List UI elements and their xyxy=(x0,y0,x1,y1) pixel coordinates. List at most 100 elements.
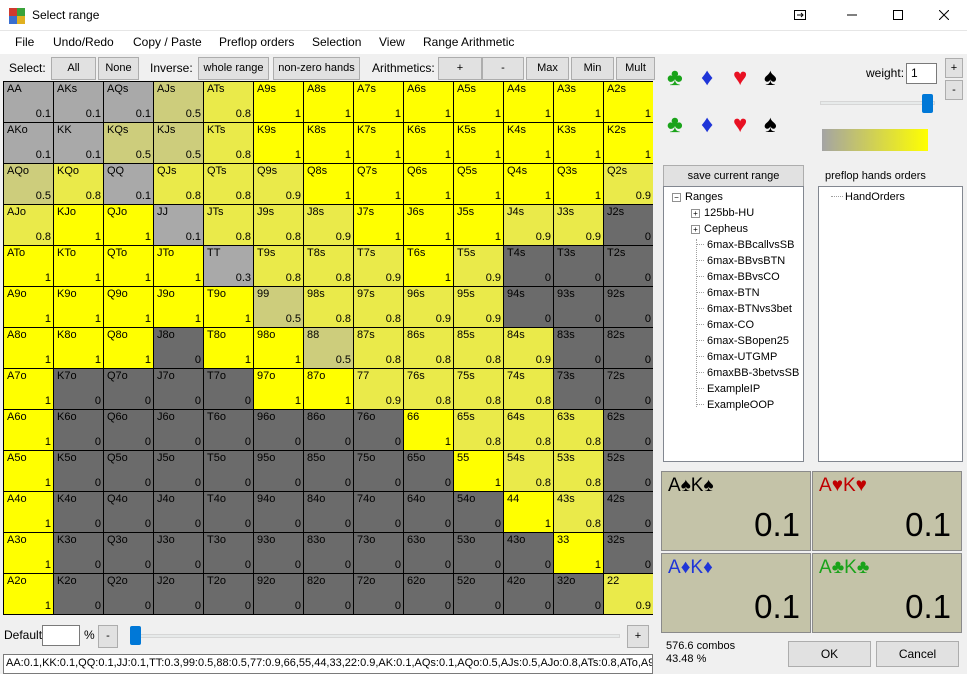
ok-button[interactable]: OK xyxy=(788,641,871,667)
hand-cell[interactable]: 98o 1 xyxy=(254,328,303,368)
tree-node-range[interactable]: 6max-CO xyxy=(696,319,754,331)
default-plus-button[interactable]: + xyxy=(627,625,649,648)
hand-cell[interactable]: J5s 1 xyxy=(454,205,503,245)
hand-cell[interactable]: A8s 1 xyxy=(304,82,353,122)
tree-node-folder[interactable]: + Cepheus xyxy=(691,223,748,235)
hand-cell[interactable]: Q4o 0 xyxy=(104,492,153,532)
hand-cell[interactable]: K2o 0 xyxy=(54,574,103,614)
hand-cell[interactable]: TT 0.3 xyxy=(204,246,253,286)
hand-cell[interactable]: 54s 0.8 xyxy=(504,451,553,491)
hand-cell[interactable]: AA 0.1 xyxy=(4,82,53,122)
menu-copy-paste[interactable]: Copy / Paste xyxy=(133,35,202,49)
hand-cell[interactable]: AKo 0.1 xyxy=(4,123,53,163)
hand-cell[interactable]: A3o 1 xyxy=(4,533,53,573)
hand-cell[interactable]: 87s 0.8 xyxy=(354,328,403,368)
arith-minus-button[interactable]: - xyxy=(482,57,524,80)
hand-cell[interactable]: J5o 0 xyxy=(154,451,203,491)
hand-cell[interactable]: K8s 1 xyxy=(304,123,353,163)
hand-cell[interactable]: T9o 1 xyxy=(204,287,253,327)
weight-plus-button[interactable]: + xyxy=(945,58,963,78)
hand-cell[interactable]: Q6s 1 xyxy=(404,164,453,204)
hand-cell[interactable]: 65o 0 xyxy=(404,451,453,491)
hand-cell[interactable]: A5s 1 xyxy=(454,82,503,122)
hand-cell[interactable]: QTo 1 xyxy=(104,246,153,286)
hand-cell[interactable]: 43o 0 xyxy=(504,533,553,573)
hand-cell[interactable]: 96o 0 xyxy=(254,410,303,450)
hand-cell[interactable]: 52s 0 xyxy=(604,451,653,491)
hand-cell[interactable]: 83s 0 xyxy=(554,328,603,368)
hand-cell[interactable]: 85o 0 xyxy=(304,451,353,491)
hand-cell[interactable]: A6s 1 xyxy=(404,82,453,122)
hand-cell[interactable]: T6o 0 xyxy=(204,410,253,450)
hand-cell[interactable]: KK 0.1 xyxy=(54,123,103,163)
weight-minus-button[interactable]: - xyxy=(945,80,963,100)
hand-cell[interactable]: 53o 0 xyxy=(454,533,503,573)
hand-cell[interactable]: Q5o 0 xyxy=(104,451,153,491)
hand-cell[interactable]: 83o 0 xyxy=(304,533,353,573)
hand-cell[interactable]: A2s 1 xyxy=(604,82,653,122)
hand-cell[interactable]: T4s 0 xyxy=(504,246,553,286)
hand-cell[interactable]: K3s 1 xyxy=(554,123,603,163)
heart-icon[interactable]: ♥ xyxy=(733,66,747,90)
diamond-icon[interactable]: ♦ xyxy=(701,66,713,90)
tree-node-range[interactable]: 6maxBB-3betvsSB xyxy=(696,367,799,379)
hand-cell[interactable]: K3o 0 xyxy=(54,533,103,573)
minimize-button[interactable] xyxy=(829,0,875,31)
club-icon[interactable]: ♣ xyxy=(667,113,683,137)
hand-cell[interactable]: J2o 0 xyxy=(154,574,203,614)
inverse-whole-range-button[interactable]: whole range xyxy=(198,57,269,80)
hand-cell[interactable]: J9s 0.8 xyxy=(254,205,303,245)
hand-cell[interactable]: T8s 0.8 xyxy=(304,246,353,286)
hand-cell[interactable]: 93s 0 xyxy=(554,287,603,327)
hand-cell[interactable]: K5s 1 xyxy=(454,123,503,163)
hand-cell[interactable]: A6o 1 xyxy=(4,410,53,450)
hand-cell[interactable]: A9o 1 xyxy=(4,287,53,327)
hand-cell[interactable]: 42s 0 xyxy=(604,492,653,532)
combo-box-clubs[interactable]: A♣K♣ 0.1 xyxy=(812,553,962,633)
hand-cell[interactable]: 86o 0 xyxy=(304,410,353,450)
hand-cell[interactable]: AJo 0.8 xyxy=(4,205,53,245)
hand-cell[interactable]: Q8s 1 xyxy=(304,164,353,204)
tree-node-range[interactable]: 6max-BTNvs3bet xyxy=(696,303,792,315)
combo-box-diamonds[interactable]: A♦K♦ 0.1 xyxy=(661,553,811,633)
default-slider-track[interactable] xyxy=(130,634,620,638)
hand-cell[interactable]: 63s 0.8 xyxy=(554,410,603,450)
hand-cell[interactable]: 66 1 xyxy=(404,410,453,450)
hand-cell[interactable]: 85s 0.8 xyxy=(454,328,503,368)
hand-cell[interactable]: A7o 1 xyxy=(4,369,53,409)
hand-cell[interactable]: 62s 0 xyxy=(604,410,653,450)
hand-cell[interactable]: QJs 0.8 xyxy=(154,164,203,204)
weight-slider-track[interactable] xyxy=(820,101,935,105)
hand-cell[interactable]: 95s 0.9 xyxy=(454,287,503,327)
range-string-field[interactable]: AA:0.1,KK:0.1,QQ:0.1,JJ:0.1,TT:0.3,99:0.… xyxy=(3,654,653,674)
hand-cell[interactable]: 62o 0 xyxy=(404,574,453,614)
hand-cell[interactable]: J4s 0.9 xyxy=(504,205,553,245)
hand-cell[interactable]: Q8o 1 xyxy=(104,328,153,368)
hand-cell[interactable]: 74o 0 xyxy=(354,492,403,532)
hand-cell[interactable]: 76s 0.8 xyxy=(404,369,453,409)
select-none-button[interactable]: None xyxy=(98,57,139,80)
hand-cell[interactable]: A3s 1 xyxy=(554,82,603,122)
hand-cell[interactable]: 92o 0 xyxy=(254,574,303,614)
arith-max-button[interactable]: Max xyxy=(526,57,569,80)
expand-icon[interactable]: + xyxy=(691,209,700,218)
hand-cell[interactable]: KJs 0.5 xyxy=(154,123,203,163)
hand-cell[interactable]: J3o 0 xyxy=(154,533,203,573)
hand-cell[interactable]: Q5s 1 xyxy=(454,164,503,204)
hand-cell[interactable]: 86s 0.8 xyxy=(404,328,453,368)
tree-node-folder[interactable]: +125bb-HU xyxy=(691,207,754,219)
hand-cell[interactable]: 94s 0 xyxy=(504,287,553,327)
hand-cell[interactable]: 44 1 xyxy=(504,492,553,532)
hand-cell[interactable]: 72s 0 xyxy=(604,369,653,409)
maximize-button[interactable] xyxy=(875,0,921,31)
hand-cell[interactable]: K4s 1 xyxy=(504,123,553,163)
hand-cell[interactable]: A7s 1 xyxy=(354,82,403,122)
hand-cell[interactable]: AKs 0.1 xyxy=(54,82,103,122)
snap-icon[interactable] xyxy=(777,0,823,31)
hand-cell[interactable]: K9o 1 xyxy=(54,287,103,327)
hand-cell[interactable]: T5s 0.9 xyxy=(454,246,503,286)
hand-cell[interactable]: 63o 0 xyxy=(404,533,453,573)
combo-box-hearts[interactable]: A♥K♥ 0.1 xyxy=(812,471,962,551)
hand-cell[interactable]: 73o 0 xyxy=(354,533,403,573)
hand-cell[interactable]: J9o 1 xyxy=(154,287,203,327)
